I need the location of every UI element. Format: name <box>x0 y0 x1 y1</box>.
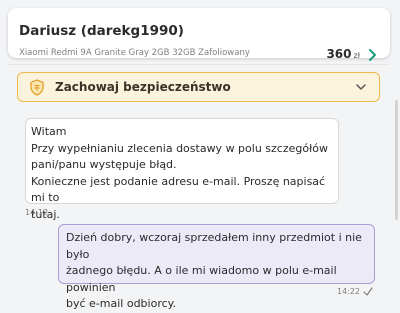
security-notice[interactable]: Zachowaj bezpieczeństwo <box>17 72 380 102</box>
message-line: Konieczne jest podanie adresu e-mail. Pr… <box>31 174 326 205</box>
user-name: Dariusz (darekg1990) <box>19 23 184 39</box>
price: 360 zł <box>326 47 360 61</box>
message-incoming: Witam Przy wypełnianiu zlecenia dostawy … <box>25 118 339 221</box>
message-line: Dzień dobry, wczoraj sprzedałem inny prz… <box>66 231 362 261</box>
message-line: pani/panu występuje błąd. <box>31 158 177 171</box>
scrollbar[interactable] <box>395 100 398 220</box>
check-icon <box>363 287 373 296</box>
price-value: 360 <box>326 47 352 61</box>
message-line: Przy wypełnianiu zlecenia dostawy w polu… <box>31 141 328 155</box>
message-text: Witam Przy wypełnianiu zlecenia dostawy … <box>31 124 331 223</box>
divider <box>8 64 390 65</box>
message-text: Dzień dobry, wczoraj sprzedałem inny prz… <box>66 230 367 313</box>
price-currency: zł <box>353 51 360 60</box>
message-time: 14:12 <box>25 208 49 217</box>
message-line: Witam <box>31 125 67 138</box>
message-outgoing: Dzień dobry, wczoraj sprzedałem inny prz… <box>58 224 375 310</box>
product-name: Xiaomi Redmi 9A Granite Gray 2GB 32GB Za… <box>19 48 250 58</box>
message-line: żadnego błędu. A o ile mi wiadomo w polu… <box>66 264 337 294</box>
shield-icon <box>30 79 44 96</box>
chevron-down-icon[interactable] <box>355 82 367 92</box>
message-time: 14:22 <box>336 287 360 296</box>
conversation-header[interactable]: Dariusz (darekg1990) Xiaomi Redmi 9A Gra… <box>8 8 390 61</box>
chevron-right-icon[interactable] <box>368 48 378 62</box>
security-notice-label: Zachowaj bezpieczeństwo <box>55 80 231 94</box>
